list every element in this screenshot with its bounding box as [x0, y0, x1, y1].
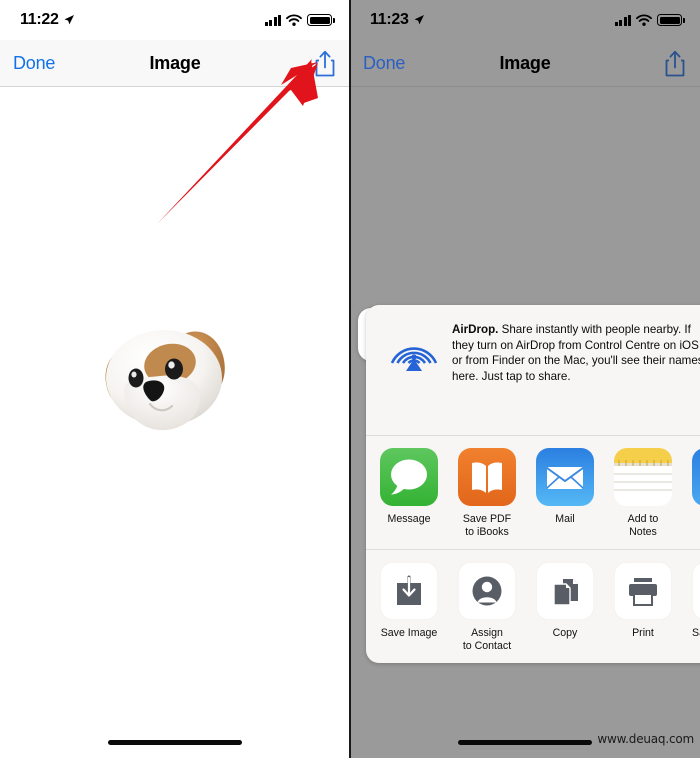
wifi-icon	[286, 14, 302, 26]
location-arrow-icon	[64, 15, 74, 25]
action-label: Save Image	[380, 627, 438, 639]
share-sheet-card: AirDrop. Share instantly with people nea…	[366, 305, 700, 663]
share-action-row: Save Image Assign to Contact Copy Print …	[366, 550, 700, 663]
messages-app-icon	[380, 448, 438, 506]
action-copy[interactable]: Copy	[536, 562, 594, 653]
airdrop-icon	[390, 347, 438, 371]
share-sheet: AirDrop. Share instantly with people nea…	[358, 300, 700, 663]
share-icon[interactable]	[314, 50, 336, 77]
status-bar-time-group: 11:23	[370, 11, 425, 29]
navigation-bar: Done Image	[350, 40, 700, 87]
share-icon[interactable]	[664, 50, 686, 77]
status-bar-time: 11:23	[370, 11, 409, 28]
navigation-bar: Done Image	[0, 40, 350, 87]
partial-blue-app-icon	[692, 448, 700, 506]
share-target-message[interactable]: Message	[380, 448, 438, 539]
share-target-label: Save PDF to iBooks	[462, 513, 512, 538]
share-target-mail[interactable]: Mail	[536, 448, 594, 539]
action-partial[interactable]: Sa	[692, 562, 700, 653]
mail-app-icon	[536, 448, 594, 506]
print-icon	[614, 562, 672, 620]
status-bar: 11:22	[0, 0, 350, 40]
watermark: www.deuaq.com	[597, 732, 694, 746]
status-bar-time-group: 11:22	[20, 11, 75, 29]
share-target-save-pdf-to-ibooks[interactable]: Save PDF to iBooks	[458, 448, 516, 539]
share-target-label: Add to Notes	[627, 513, 659, 538]
status-bar-indicators	[264, 14, 335, 26]
wifi-icon	[636, 14, 652, 26]
airdrop-title: AirDrop.	[452, 323, 499, 336]
share-target-partial[interactable]	[692, 448, 700, 539]
left-phone-screen: 11:22 Done Image	[0, 0, 350, 758]
airdrop-empty-area	[366, 401, 700, 435]
action-label: Sa	[692, 627, 700, 639]
save-image-icon	[380, 562, 438, 620]
ibooks-app-icon	[458, 448, 516, 506]
airdrop-section[interactable]: AirDrop. Share instantly with people nea…	[366, 305, 700, 401]
image-viewer-canvas	[0, 88, 350, 728]
panel-divider	[349, 0, 351, 758]
action-assign-to-contact[interactable]: Assign to Contact	[458, 562, 516, 653]
status-bar: 11:23	[350, 0, 700, 40]
action-print[interactable]: Print	[614, 562, 672, 653]
done-button[interactable]: Done	[363, 53, 405, 74]
dog-animoji-image	[98, 316, 238, 451]
home-indicator	[458, 740, 592, 745]
notes-app-icon	[614, 448, 672, 506]
share-target-add-to-notes[interactable]: Add to Notes	[614, 448, 672, 539]
share-target-label: Message	[387, 513, 431, 525]
share-target-label: Mail	[555, 513, 575, 525]
battery-full-icon	[657, 14, 685, 26]
done-button[interactable]: Done	[13, 53, 55, 74]
location-arrow-icon	[414, 15, 424, 25]
status-bar-indicators	[614, 14, 685, 26]
cellular-signal-icon	[264, 14, 281, 26]
battery-full-icon	[307, 14, 335, 26]
action-label: Copy	[552, 627, 578, 639]
airdrop-description: AirDrop. Share instantly with people nea…	[452, 321, 700, 387]
partial-action-icon	[692, 562, 700, 620]
copy-icon	[536, 562, 594, 620]
action-label: Print	[632, 627, 654, 639]
status-bar-time: 11:22	[20, 11, 59, 28]
action-save-image[interactable]: Save Image	[380, 562, 438, 653]
cellular-signal-icon	[614, 14, 631, 26]
action-label: Assign to Contact	[462, 627, 512, 652]
assign-to-contact-icon	[458, 562, 516, 620]
home-indicator	[108, 740, 242, 745]
share-app-row: Message Save PDF to iBooks Mail Add to N…	[366, 436, 700, 549]
